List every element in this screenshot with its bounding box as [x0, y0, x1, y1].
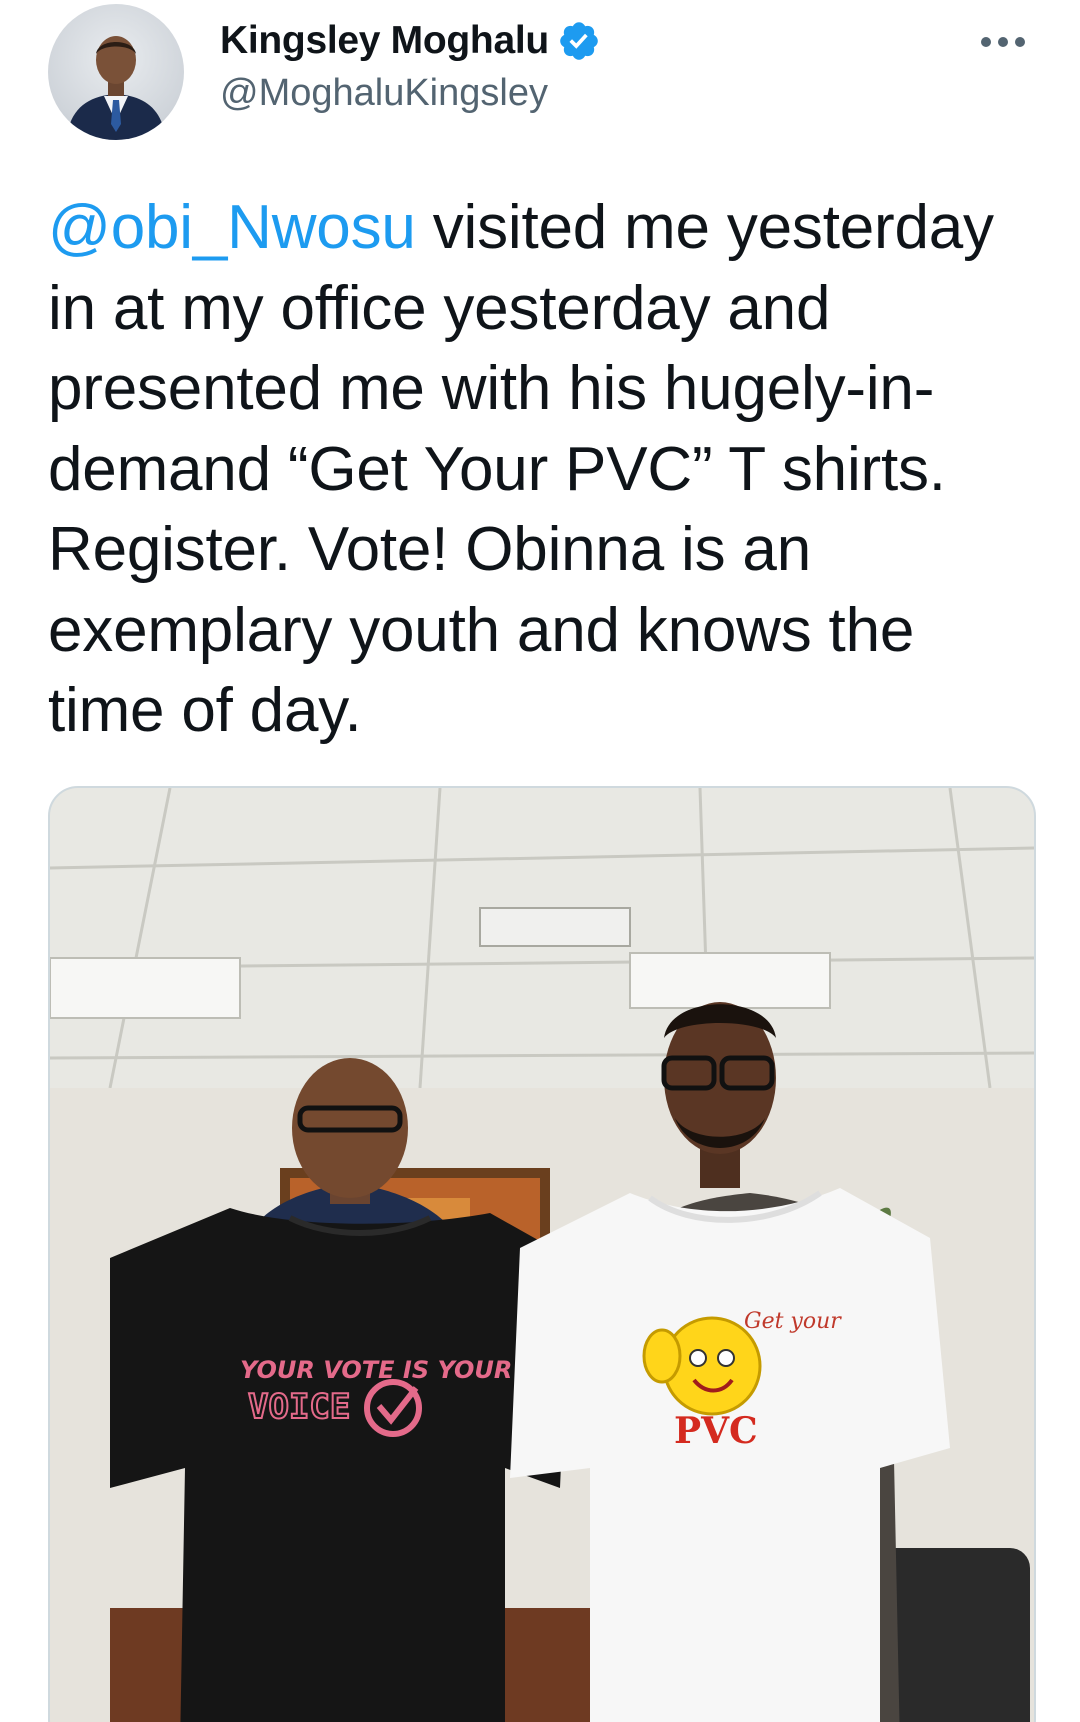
left-shirt-line1: YOUR VOTE IS YOUR	[240, 1356, 512, 1384]
author-name-row: Kingsley Moghalu	[220, 14, 601, 68]
display-name[interactable]: Kingsley Moghalu	[220, 19, 549, 63]
more-options-button[interactable]	[976, 22, 1030, 62]
more-options-icon	[981, 37, 1025, 47]
author-handle[interactable]: @MoghaluKingsley	[220, 72, 548, 115]
right-shirt-line1: Get your	[744, 1309, 842, 1334]
tweet-photo[interactable]: YOUR VOTE IS YOUR VOICE Get your PVC	[48, 786, 1036, 1722]
tweet-text: @obi_Nwosu visited me yesterday in at my…	[48, 188, 1038, 752]
right-shirt-line2: PVC	[674, 1410, 758, 1452]
verified-badge-icon	[557, 19, 601, 63]
avatar[interactable]	[48, 4, 184, 140]
tweet-body: visited me yesterday in at my office yes…	[48, 193, 994, 745]
mention-link[interactable]: @obi_Nwosu	[48, 193, 416, 262]
tweet-header: Kingsley Moghalu @MoghaluKingsley	[0, 0, 1080, 150]
tweet: Kingsley Moghalu @MoghaluKingsley @obi_N…	[0, 0, 1080, 1722]
left-shirt-line2: VOICE	[248, 1387, 350, 1427]
